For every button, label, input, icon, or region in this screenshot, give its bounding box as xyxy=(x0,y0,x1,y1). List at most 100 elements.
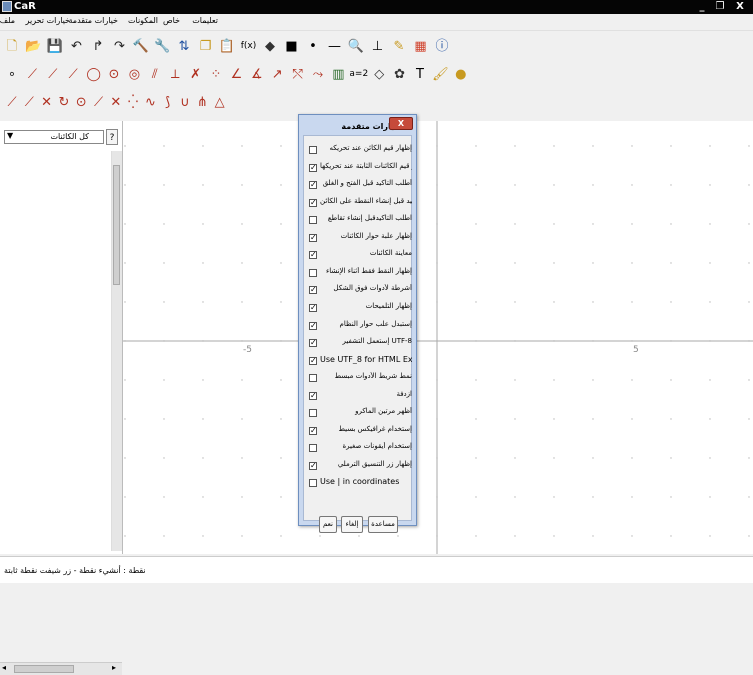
option-row[interactable]: نمط شريط الأدوات مبسط xyxy=(307,371,412,386)
checkbox-unchecked[interactable] xyxy=(309,409,317,418)
midpoint-icon[interactable]: ⁘ xyxy=(207,65,225,83)
conic-icon[interactable]: ⋔ xyxy=(193,93,211,111)
dots-icon[interactable]: ⁛ xyxy=(124,93,142,111)
option-row[interactable]: ✓إظهار قيم الكائنات الثابتة عند تحريكها xyxy=(307,161,412,176)
perpendicular-icon[interactable]: ⟂ xyxy=(166,65,184,83)
line-tool-icon[interactable]: ⟋ xyxy=(64,65,82,83)
dialog-cancel-button[interactable]: إلغاء xyxy=(341,516,363,533)
checkbox-unchecked[interactable] xyxy=(309,479,317,488)
redo-icon[interactable]: ↱ xyxy=(89,37,107,55)
option-row[interactable]: ✓ إظهار علبة حوار الكائنات xyxy=(307,231,412,246)
dilate-icon[interactable]: ⟋ xyxy=(90,93,108,111)
scroll-left-icon[interactable]: ◂ xyxy=(2,663,6,672)
horizontal-scrollbar[interactable]: ◂ ▸ xyxy=(0,662,122,675)
double-arrow-icon[interactable]: ◆ xyxy=(261,37,279,55)
checkbox-checked[interactable]: ✓ xyxy=(309,356,317,365)
menu-special[interactable]: خاص xyxy=(163,16,180,25)
translate-icon[interactable]: ✕ xyxy=(107,93,125,111)
option-row[interactable]: ✓ إستبدل علب حوار النظام xyxy=(307,319,412,334)
checkbox-unchecked[interactable] xyxy=(309,444,317,453)
clipboard-icon[interactable]: 📋 xyxy=(218,37,236,55)
sort-az-icon[interactable]: ⇅ xyxy=(175,37,193,55)
move-icon[interactable]: ⤲ xyxy=(289,65,307,83)
brush-icon[interactable]: 🖌 xyxy=(431,65,449,83)
checkbox-unchecked[interactable] xyxy=(309,216,317,225)
ray-tool-icon[interactable]: ⟋ xyxy=(44,65,62,83)
checkbox-checked[interactable]: ✓ xyxy=(309,339,317,348)
wrench-icon[interactable]: 🔧 xyxy=(154,37,172,55)
option-row[interactable]: ✓Use UTF_8 for HTML Export xyxy=(307,354,412,369)
checkbox-checked[interactable]: ✓ xyxy=(309,303,317,312)
expression-icon[interactable]: a=2 xyxy=(350,65,368,83)
angle-fixed-icon[interactable]: ∡ xyxy=(248,65,266,83)
checkbox-checked[interactable]: ✓ xyxy=(309,321,317,330)
dialog-close-button[interactable]: X xyxy=(389,117,413,130)
dialog-ok-button[interactable]: نعم xyxy=(319,516,337,533)
curve-icon[interactable]: ⟆ xyxy=(159,93,177,111)
close-button[interactable]: X xyxy=(732,0,748,14)
checkbox-checked[interactable]: ✓ xyxy=(309,181,317,190)
checkbox-checked[interactable]: ✓ xyxy=(309,233,317,242)
new-file-icon[interactable]: 🗋 xyxy=(3,37,21,55)
parabola-icon[interactable]: ∪ xyxy=(176,93,194,111)
checkbox-checked[interactable]: ✓ xyxy=(309,251,317,260)
minimize-button[interactable]: _ xyxy=(694,0,710,14)
option-row[interactable]: ✓ إستخدام غرافيكس بسيط xyxy=(307,424,412,439)
option-row[interactable]: إظهار قيم الكائن عند تحريكه xyxy=(307,143,412,158)
menu-options[interactable]: خيارات xyxy=(47,16,70,25)
dialog-help-button[interactable]: مساعدة xyxy=(368,516,398,533)
hscroll-thumb[interactable] xyxy=(14,665,74,673)
menu-edit[interactable]: تحرير xyxy=(26,16,44,25)
undo-icon[interactable]: ↶ xyxy=(68,37,86,55)
circle-center-icon[interactable]: ⊙ xyxy=(105,65,123,83)
maximize-button[interactable]: ❐ xyxy=(712,0,728,14)
parallel-icon[interactable]: ⫽ xyxy=(146,65,164,83)
vertical-scrollbar[interactable] xyxy=(111,151,122,551)
checkbox-unchecked[interactable] xyxy=(309,146,317,154)
circle-three-icon[interactable]: ◎ xyxy=(125,65,143,83)
dot-icon[interactable]: • xyxy=(304,37,322,55)
locus-icon[interactable]: ⤳ xyxy=(309,65,327,83)
option-row[interactable]: ✓ إظهار زر التنسيق الترملي xyxy=(307,459,412,474)
checkbox-checked[interactable]: ✓ xyxy=(309,426,317,435)
film-icon[interactable]: ▥ xyxy=(329,65,347,83)
black-square-icon[interactable]: ■ xyxy=(283,37,301,55)
axes-icon[interactable]: ⊥ xyxy=(369,37,387,55)
menu-help[interactable]: تعليمات xyxy=(192,16,218,25)
option-row[interactable]: ✓ معاينة الكائنات xyxy=(307,248,412,263)
copy-icon[interactable]: ❐ xyxy=(197,37,215,55)
scroll-thumb[interactable] xyxy=(113,165,120,285)
save-icon[interactable]: 💾 xyxy=(46,37,64,55)
checkbox-unchecked[interactable] xyxy=(309,268,317,277)
checkbox-checked[interactable]: ✓ xyxy=(309,461,317,470)
option-row[interactable]: ✓ ازدفة xyxy=(307,389,412,404)
open-file-icon[interactable]: 📂 xyxy=(25,37,43,55)
checkbox-checked[interactable]: ✓ xyxy=(309,198,317,207)
option-row[interactable]: اطلب التأكيدقبل إنشاء تقاطع xyxy=(307,213,412,228)
function-icon[interactable]: f(x) xyxy=(240,37,258,55)
option-row[interactable]: أظهر مرتين الماكرو xyxy=(307,406,412,421)
pencil-icon[interactable]: ✎ xyxy=(390,37,408,55)
line-icon[interactable]: — xyxy=(326,37,344,55)
checkbox-unchecked[interactable] xyxy=(309,374,317,383)
angle-icon[interactable]: ∠ xyxy=(227,65,245,83)
checkbox-checked[interactable]: ✓ xyxy=(309,286,317,295)
function-plot-icon[interactable]: ∿ xyxy=(141,93,159,111)
symmetry-point-icon[interactable]: ⟋ xyxy=(3,93,21,111)
menu-advanced-options[interactable]: خيارات متقدمة xyxy=(69,16,118,25)
circle-point-icon[interactable]: ⊙ xyxy=(72,93,90,111)
scroll-right-icon[interactable]: ▸ xyxy=(112,663,116,672)
checkbox-checked[interactable]: ✓ xyxy=(309,391,317,400)
option-row[interactable]: إظهار النقط فقط أثناء الإنشاء xyxy=(307,266,412,281)
segment-tool-icon[interactable]: ⟋ xyxy=(23,65,41,83)
intersection-icon[interactable]: ✗ xyxy=(187,65,205,83)
text-icon[interactable]: T xyxy=(411,65,429,83)
polygon-icon[interactable]: ◇ xyxy=(370,65,388,83)
coin-icon[interactable]: ● xyxy=(452,65,470,83)
reflect-icon[interactable]: ✕ xyxy=(38,93,56,111)
option-row[interactable]: Use | in coordinates xyxy=(307,476,409,491)
color-grid-icon[interactable]: ▦ xyxy=(412,37,430,55)
option-row[interactable]: إستخدام أيقونات صغيرة xyxy=(307,441,412,456)
menu-file[interactable]: ملف xyxy=(0,16,15,25)
option-row[interactable]: ✓أطلب التأكيد قبل إنشاء النقطة على الكائ… xyxy=(307,196,412,211)
